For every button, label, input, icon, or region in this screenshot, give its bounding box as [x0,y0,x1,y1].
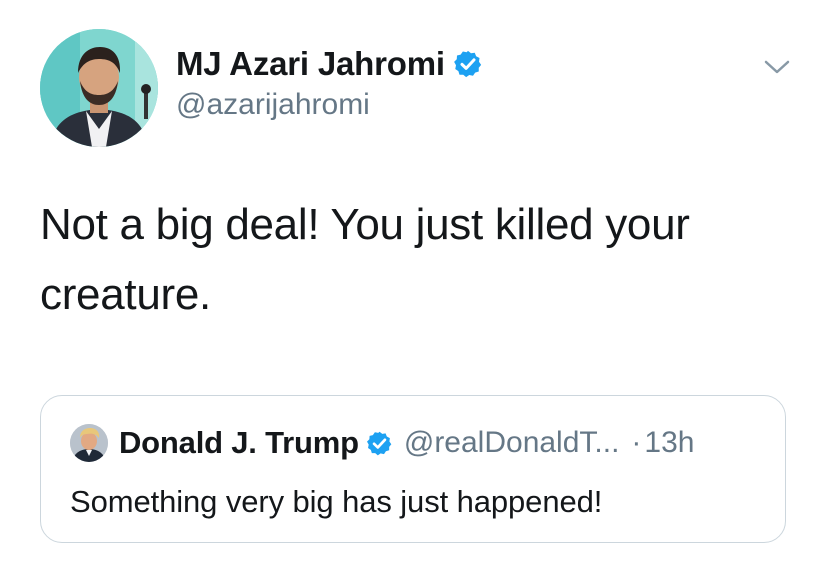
author-avatar[interactable] [40,29,158,147]
quoted-timestamp[interactable]: 13h [644,426,694,460]
tweet-card[interactable]: MJ Azari Jahromi @azarijahromi Not a big… [0,0,828,588]
tweet-text: Not a big deal! You just killed your cre… [40,200,690,319]
quoted-handle[interactable]: @realDonaldT... [404,426,620,460]
quoted-display-name[interactable]: Donald J. Trump [119,425,359,461]
verified-badge-icon [453,49,483,79]
quoted-author-avatar[interactable] [70,424,108,462]
verified-badge-icon [366,430,393,457]
author-handle[interactable]: @azarijahromi [176,88,370,122]
quoted-tweet-text: Something very big has just happened! [70,484,603,519]
separator-dot: · [631,426,642,459]
author-display-name[interactable]: MJ Azari Jahromi [176,45,445,83]
quoted-tweet[interactable]: Donald J. Trump @realDonaldT... · 13h So… [40,395,786,543]
author-name-row[interactable]: MJ Azari Jahromi [176,44,483,84]
quoted-author-row[interactable]: Donald J. Trump @realDonaldT... · 13h [119,423,694,463]
chevron-down-icon[interactable] [762,58,792,78]
